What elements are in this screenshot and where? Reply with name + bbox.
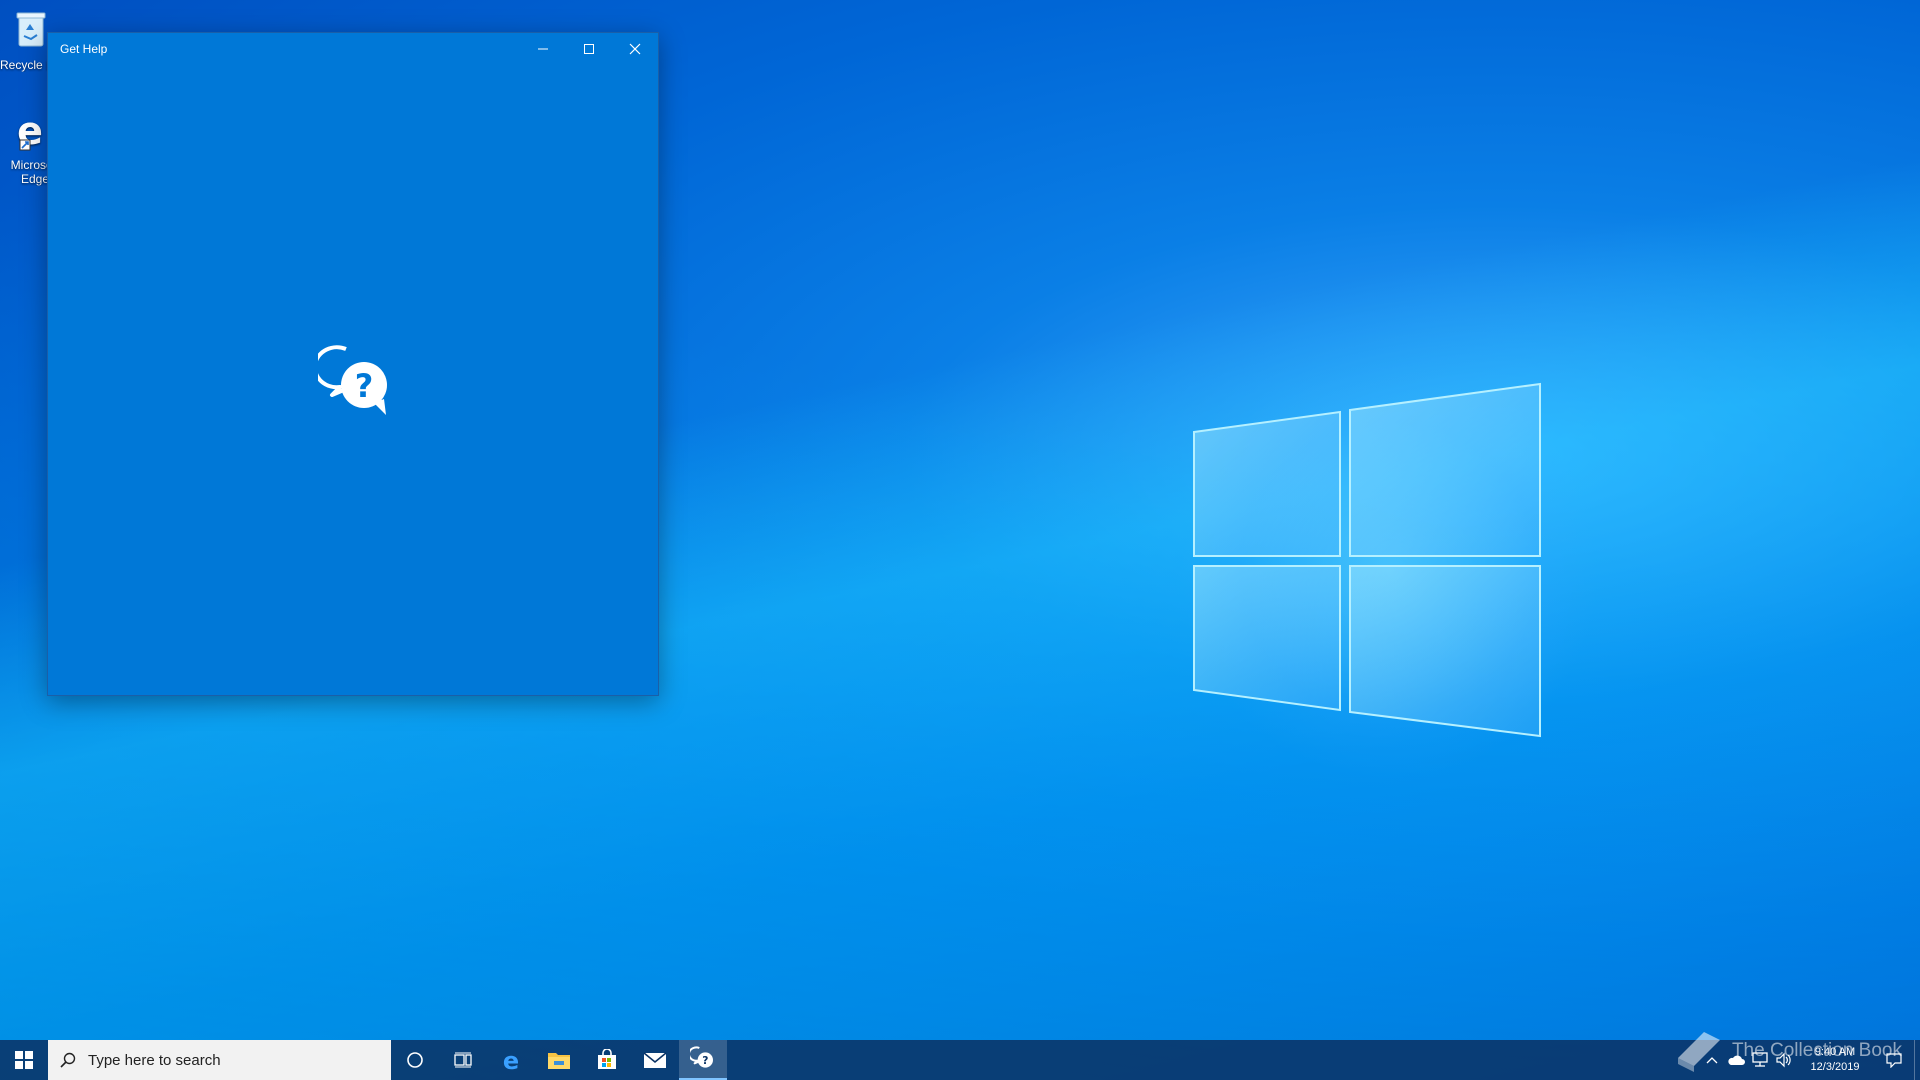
svg-text:e: e — [503, 1048, 519, 1072]
windows-logo-wallpaper — [1193, 382, 1541, 738]
cortana-icon — [407, 1052, 423, 1068]
taskbar-mail-button[interactable] — [631, 1040, 679, 1080]
watermark: The Collection Book — [1674, 1028, 1902, 1074]
search-icon — [60, 1052, 76, 1068]
window-title: Get Help — [60, 42, 108, 56]
minimize-icon — [538, 48, 548, 50]
search-placeholder: Type here to search — [88, 1051, 221, 1069]
taskbar-search-box[interactable]: Type here to search — [48, 1040, 391, 1080]
windows-start-icon — [15, 1051, 33, 1069]
svg-text:?: ? — [355, 367, 374, 405]
chat-help-icon: ? — [690, 1046, 713, 1068]
maximize-icon — [584, 44, 594, 54]
store-icon — [598, 1049, 616, 1069]
task-view-icon — [454, 1052, 472, 1068]
minimize-button[interactable] — [520, 33, 566, 65]
file-explorer-icon — [548, 1053, 570, 1069]
get-help-window[interactable]: Get Help ? — [47, 32, 659, 696]
taskbar-task-view-button[interactable] — [439, 1040, 487, 1080]
edge-icon: e — [17, 109, 43, 153]
taskbar-file-explorer-button[interactable] — [535, 1040, 583, 1080]
close-icon — [629, 43, 641, 55]
close-button[interactable] — [612, 33, 658, 65]
svg-text:?: ? — [702, 1054, 708, 1067]
watermark-text: The Collection Book — [1731, 1040, 1902, 1061]
taskbar-get-help-button[interactable]: ? — [679, 1040, 727, 1080]
recycle-bin-icon — [16, 12, 46, 47]
mail-icon — [643, 1052, 667, 1068]
show-desktop-button[interactable] — [1914, 1040, 1920, 1080]
maximize-button[interactable] — [566, 33, 612, 65]
chat-help-icon: ? — [318, 345, 387, 415]
edge-icon: e — [503, 1048, 519, 1072]
taskbar-cortana-button[interactable] — [391, 1040, 439, 1080]
taskbar-store-button[interactable] — [583, 1040, 631, 1080]
start-button[interactable] — [0, 1040, 48, 1080]
taskbar: Type here to search e ? 9:40 AM 12/3/201… — [0, 1040, 1920, 1080]
taskbar-edge-button[interactable]: e — [487, 1040, 535, 1080]
title-bar[interactable]: Get Help — [48, 33, 658, 65]
book-logo-icon — [1677, 1032, 1720, 1072]
